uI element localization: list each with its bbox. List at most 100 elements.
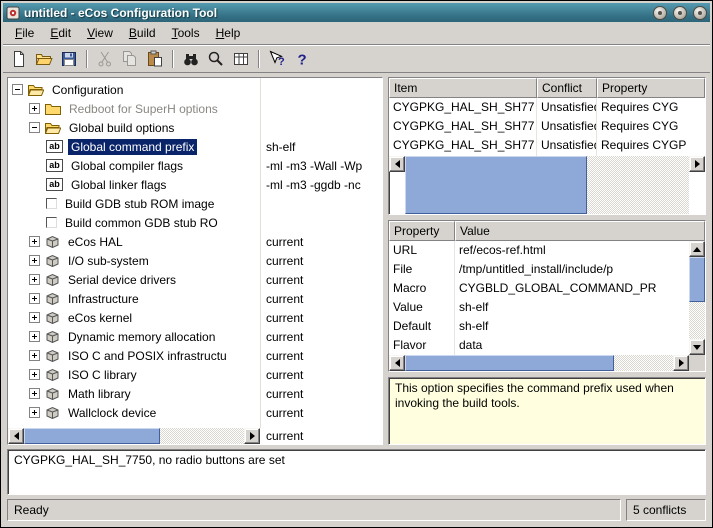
column-header-conflict[interactable]: Conflict [537,78,597,98]
menu-file[interactable]: File [7,23,42,43]
checkbox-icon[interactable] [46,198,57,209]
tree-row[interactable]: ab Global compiler flags -ml -m3 -Wall -Wp [8,156,382,175]
expand-plus-icon[interactable] [29,103,40,114]
menu-edit[interactable]: Edit [42,23,79,43]
scroll-left-button[interactable] [8,428,24,444]
scrollbar-track[interactable] [24,428,244,444]
scrollbar-thumb[interactable] [405,156,587,214]
property-row[interactable]: Value sh-elf [389,298,689,317]
package-icon [45,273,60,286]
expand-plus-icon[interactable] [29,350,40,361]
tree-item-value: current [266,253,304,268]
scrollbar-track[interactable] [405,156,689,214]
tree-row[interactable]: Redboot for SuperH options [8,99,382,118]
scrollbar-track[interactable] [405,355,673,371]
new-icon[interactable] [7,47,31,71]
maximize-button[interactable] [673,5,687,20]
templates-icon[interactable] [229,47,253,71]
expand-plus-icon[interactable] [29,236,40,247]
scroll-left-button[interactable] [389,355,405,371]
menu-tools[interactable]: Tools [164,23,208,43]
expand-plus-icon[interactable] [29,274,40,285]
tree-row[interactable]: Infrastructure current [8,289,382,308]
copy-icon[interactable] [118,47,142,71]
scrollbar-thumb[interactable] [24,428,161,444]
titlebar[interactable]: untitled - eCos Configuration Tool [3,3,710,22]
property-row[interactable]: Flavor data [389,336,689,355]
checkbox-icon[interactable] [46,217,57,228]
scrollbar-thumb[interactable] [689,257,705,303]
tree-item-value: current [266,234,304,249]
tree-row[interactable]: ISO C library current [8,365,382,384]
column-header-value[interactable]: Value [455,221,705,241]
scroll-right-button[interactable] [689,156,705,172]
scroll-right-button[interactable] [244,428,260,444]
tree-row[interactable]: ISO C and POSIX infrastructu current [8,346,382,365]
scroll-left-button[interactable] [389,156,405,172]
column-header-property[interactable]: Property [597,78,705,98]
column-header-item[interactable]: Item [389,78,537,98]
app-icon[interactable] [6,6,20,20]
property-row[interactable]: File/tmp/untitled_install/include/p [389,260,689,279]
properties-horizontal-scrollbar[interactable] [389,355,689,371]
output-text: CYGPKG_HAL_SH_7750, no radio buttons are… [14,453,285,467]
expand-plus-icon[interactable] [29,312,40,323]
expand-plus-icon[interactable] [29,407,40,418]
conflict-row[interactable]: CYGPKG_HAL_SH_SH77Unsatisfied Requires CY… [389,98,705,117]
tree-row[interactable]: Math library current [8,384,382,403]
tree-item-value: -ml -m3 -ggdb -nc [266,177,361,192]
scrollbar-thumb[interactable] [405,355,615,371]
collapse-minus-icon[interactable] [29,122,40,133]
tree-row[interactable]: I/O sub-system current [8,251,382,270]
close-button[interactable] [693,5,707,20]
tree-row[interactable]: ab Global command prefix sh-elf [8,137,382,156]
expand-plus-icon[interactable] [29,293,40,304]
save-icon[interactable] [57,47,81,71]
tree-row[interactable]: Global build options [8,118,382,137]
tree-item-value: -ml -m3 -Wall -Wp [266,158,363,173]
help-icon[interactable]: ? [290,47,314,71]
cut-icon[interactable] [93,47,117,71]
paste-icon[interactable] [143,47,167,71]
expand-plus-icon[interactable] [29,255,40,266]
minimize-button[interactable] [653,5,667,20]
tree-row[interactable]: Configuration [8,80,382,99]
tree-row[interactable]: Dynamic memory allocation current [8,327,382,346]
find-next-icon[interactable] [204,47,228,71]
menu-build[interactable]: Build [121,23,164,43]
property-row[interactable]: Macro CYGBLD_GLOBAL_COMMAND_PR [389,279,689,298]
conflict-row[interactable]: CYGPKG_HAL_SH_SH77Unsatisfied Requires CY… [389,136,705,155]
expand-plus-icon[interactable] [29,369,40,380]
tree-item-label: eCos kernel [68,310,133,325]
tree-row[interactable]: Build GDB stub ROM image [8,194,382,213]
tree-item: Dynamic memory allocation [8,327,260,346]
tree-item-label: ISO C and POSIX infrastructu [68,348,227,363]
open-icon[interactable] [32,47,56,71]
expand-plus-icon[interactable] [29,331,40,342]
properties-vertical-scrollbar[interactable] [689,241,705,355]
conflict-row[interactable]: CYGPKG_HAL_SH_SH77Unsatisfied Requires CY… [389,117,705,136]
tree-row[interactable]: eCos kernel current [8,308,382,327]
scroll-right-button[interactable] [673,355,689,371]
scrollbar-track[interactable] [689,257,705,339]
expand-plus-icon[interactable] [29,388,40,399]
property-row[interactable]: Default sh-elf [389,317,689,336]
scroll-up-button[interactable] [689,241,705,257]
find-icon[interactable] [179,47,203,71]
property-cell: Value [389,298,455,317]
context-help-icon[interactable]: ? [265,47,289,71]
scroll-down-button[interactable] [689,339,705,355]
tree-column-divider[interactable] [260,78,261,428]
tree-row[interactable]: Serial device drivers current [8,270,382,289]
collapse-minus-icon[interactable] [12,84,23,95]
tree-row[interactable]: Build common GDB stub RO [8,213,382,232]
tree-row[interactable]: Wallclock device current [8,403,382,422]
tree-horizontal-scrollbar[interactable] [8,428,260,444]
tree-row[interactable]: eCos HAL current [8,232,382,251]
menu-view[interactable]: View [79,23,121,43]
tree-row[interactable]: ab Global linker flags -ml -m3 -ggdb -nc [8,175,382,194]
column-header-property[interactable]: Property [389,221,455,241]
property-row[interactable]: URL ref/ecos-ref.html [389,241,689,260]
menu-help[interactable]: Help [208,23,249,43]
conflicts-horizontal-scrollbar[interactable] [389,156,705,214]
